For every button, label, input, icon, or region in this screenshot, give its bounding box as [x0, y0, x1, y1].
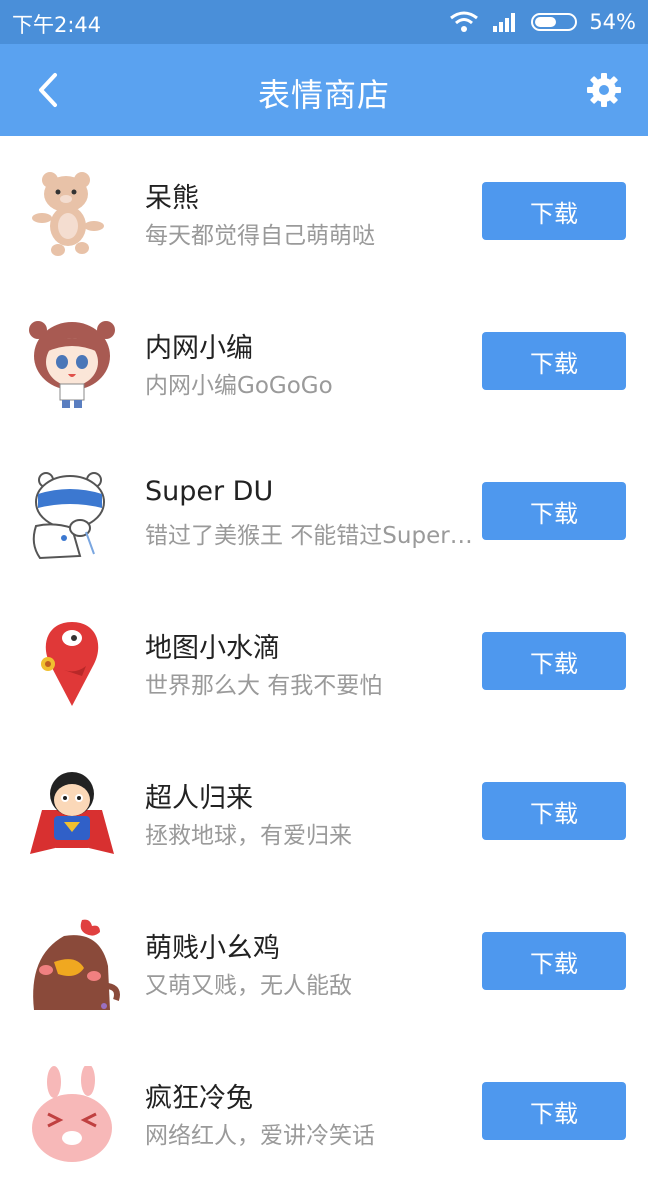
bear-sticker-icon	[32, 172, 104, 256]
sticker-description: 又萌又贱，无人能敌	[145, 973, 352, 999]
rabbit-sticker-icon	[32, 1066, 112, 1162]
sticker-list: 呆熊 每天都觉得自己萌萌哒 下载 内网小编 内网小编GoGoGo 下载 Supe…	[0, 136, 648, 1186]
chicken-sticker-icon	[33, 919, 120, 1010]
sticker-description: 每天都觉得自己萌萌哒	[145, 223, 375, 249]
sticker-description: 网络红人，爱讲冷笑话	[145, 1123, 375, 1149]
download-button[interactable]: 下载	[482, 782, 626, 840]
status-time: 下午2:44	[12, 13, 102, 37]
app-bar: 表情商店	[0, 44, 648, 136]
download-button[interactable]: 下载	[482, 1082, 626, 1140]
list-item[interactable]: 呆熊 每天都觉得自己萌萌哒 下载	[0, 136, 648, 286]
download-button[interactable]: 下载	[482, 482, 626, 540]
sticker-description: 世界那么大 有我不要怕	[145, 673, 383, 699]
download-button[interactable]: 下载	[482, 632, 626, 690]
battery-percent: 54%	[589, 10, 636, 34]
girl-sticker-icon	[29, 321, 115, 408]
sticker-name: Super DU	[145, 476, 274, 507]
sticker-name: 内网小编	[145, 333, 253, 364]
sticker-name: 疯狂冷兔	[145, 1083, 253, 1114]
polar-bear-sticker-icon	[32, 472, 105, 560]
sticker-description: 内网小编GoGoGo	[145, 373, 333, 399]
list-item[interactable]: 萌贱小幺鸡 又萌又贱，无人能敌 下载	[0, 886, 648, 1036]
sticker-name: 超人归来	[145, 783, 253, 814]
signal-icon	[493, 13, 516, 32]
page-title: 表情商店	[257, 76, 390, 114]
wifi-icon	[450, 11, 479, 32]
list-item[interactable]: 地图小水滴 世界那么大 有我不要怕 下载	[0, 586, 648, 736]
battery-icon	[531, 13, 578, 31]
list-item[interactable]: 疯狂冷兔 网络红人，爱讲冷笑话 下载	[0, 1036, 648, 1186]
list-item[interactable]: Super DU 错过了美猴王 不能错过Super DU 下载	[0, 436, 648, 586]
download-button[interactable]: 下载	[482, 332, 626, 390]
superman-sticker-icon	[30, 772, 114, 854]
list-item[interactable]: 内网小编 内网小编GoGoGo 下载	[0, 286, 648, 436]
gear-icon	[587, 73, 621, 107]
download-button[interactable]: 下载	[482, 932, 626, 990]
sticker-name: 呆熊	[145, 183, 199, 214]
sticker-description: 拯救地球，有爱归来	[145, 823, 352, 849]
download-button[interactable]: 下载	[482, 182, 626, 240]
sticker-name: 地图小水滴	[145, 633, 280, 664]
sticker-description: 错过了美猴王 不能错过Super DU	[145, 523, 475, 549]
sticker-name: 萌贱小幺鸡	[145, 933, 280, 964]
status-indicators: 54%	[449, 8, 636, 36]
list-item[interactable]: 超人归来 拯救地球，有爱归来 下载	[0, 736, 648, 886]
settings-button[interactable]	[578, 64, 630, 116]
status-bar: 下午2:44 54%	[0, 0, 648, 44]
map-drop-sticker-icon	[41, 622, 99, 706]
